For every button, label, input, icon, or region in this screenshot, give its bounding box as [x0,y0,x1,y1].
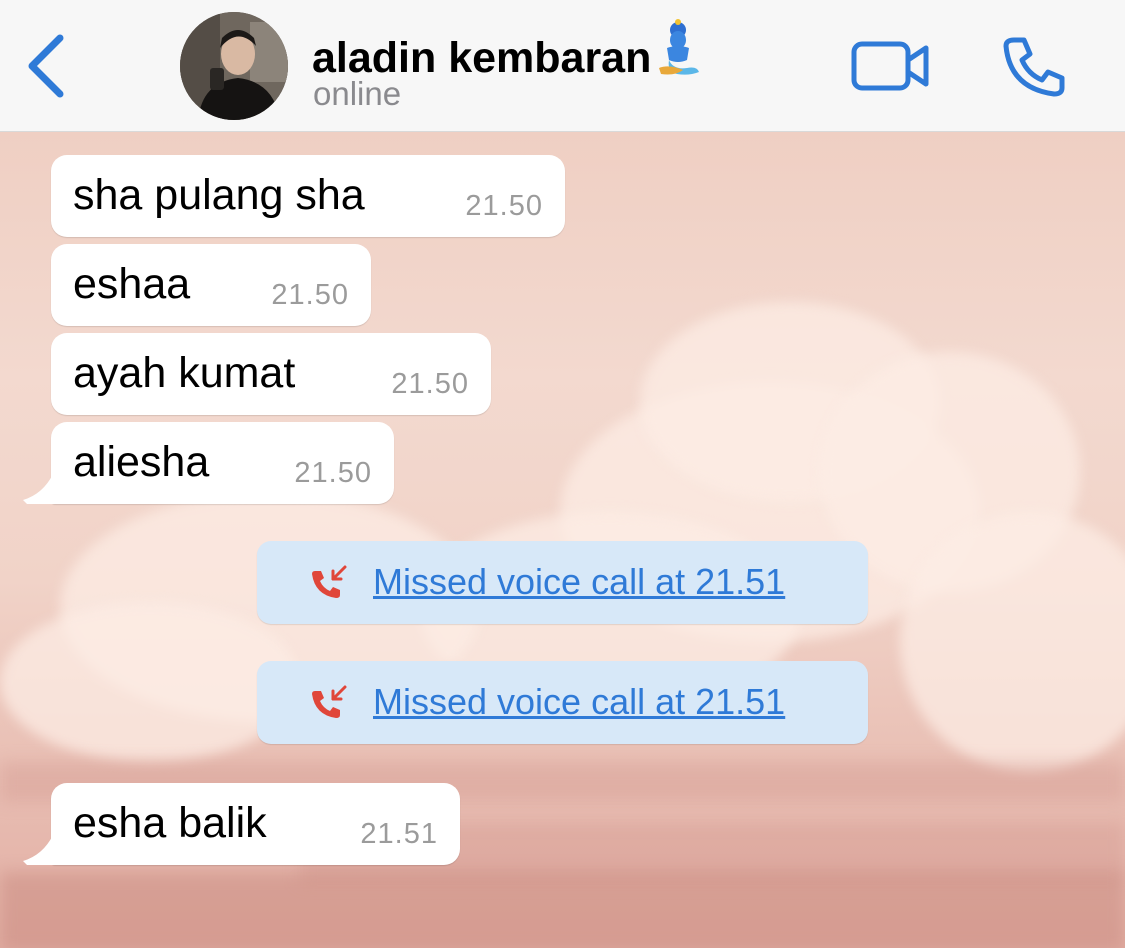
message-text: eshaa [73,260,191,308]
bubble-tail [23,474,61,504]
voice-call-button[interactable] [1000,34,1070,98]
message-text: aliesha [73,438,210,486]
message-bubble[interactable]: esha balik 21.51 [23,783,460,865]
missed-call-icon [312,685,347,718]
message-bubble[interactable]: ayah kumat 21.50 [51,333,491,415]
message-bubble[interactable]: aliesha 21.50 [23,422,394,504]
message-time: 21.50 [465,190,543,222]
back-button[interactable] [22,30,72,102]
message-time: 21.50 [391,368,469,400]
message-time: 21.50 [294,457,372,489]
video-camera-icon [851,41,929,91]
bubble-tail [23,835,61,865]
missed-call-notice[interactable]: Missed voice call at 21.51 [257,541,868,624]
video-call-button[interactable] [850,36,932,96]
missed-call-notice[interactable]: Missed voice call at 21.51 [257,661,868,744]
avatar-photo [180,12,288,120]
genie-icon [653,18,703,89]
message-text: esha balik [73,799,267,847]
message-time: 21.51 [360,818,438,850]
chat-header: aladin kembaran online [0,0,1125,132]
contact-avatar[interactable] [180,12,288,120]
message-bubble[interactable]: sha pulang sha 21.50 [51,155,565,237]
missed-call-link[interactable]: Missed voice call at 21.51 [373,681,785,723]
message-bubble[interactable]: eshaa 21.50 [51,244,371,326]
message-text: sha pulang sha [73,171,365,219]
message-text: ayah kumat [73,349,296,397]
missed-call-link[interactable]: Missed voice call at 21.51 [373,561,785,603]
chevron-left-icon [28,34,64,98]
contact-status: online [313,75,402,112]
missed-call-icon [312,565,347,598]
phone-icon [1003,37,1065,97]
message-time: 21.50 [271,279,349,311]
